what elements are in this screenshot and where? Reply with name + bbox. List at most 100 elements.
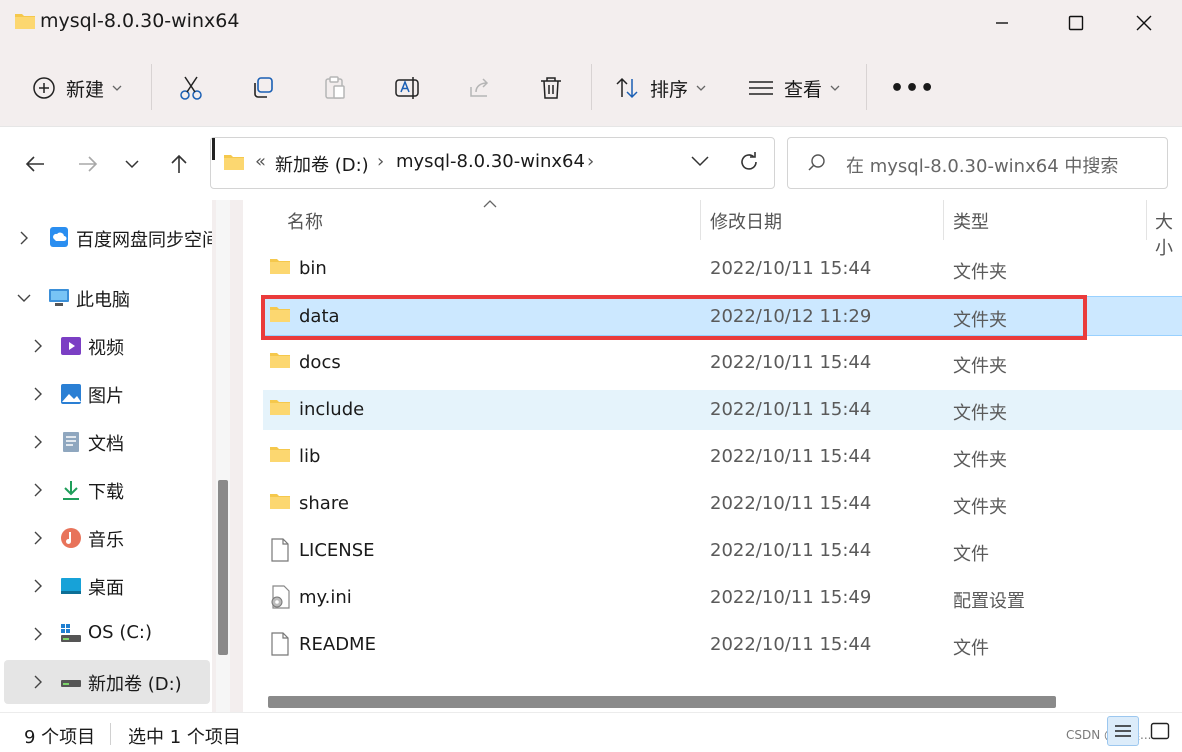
sidebar-item-this-pc[interactable]: 此电脑 (4, 276, 210, 320)
view-button[interactable]: 查看 (748, 66, 840, 110)
chevron-down-icon[interactable] (16, 290, 32, 306)
sidebar-item-label: 桌面 (88, 578, 124, 599)
tiles-view-icon (1150, 722, 1170, 740)
file-icon (271, 538, 289, 562)
file-type: 文件夹 (953, 356, 1007, 377)
folder-icon (269, 351, 291, 369)
folder-icon (269, 257, 291, 275)
settings-file-icon (269, 585, 291, 609)
breadcrumb-separator[interactable]: › (377, 151, 384, 172)
close-button[interactable] (1114, 0, 1174, 46)
sidebar-item-pictures[interactable]: 图片 (4, 372, 210, 416)
file-row-bin[interactable]: bin 2022/10/11 15:44 文件夹 (263, 249, 1182, 289)
breadcrumb-overflow[interactable]: « (255, 151, 266, 172)
chevron-right-icon[interactable] (30, 482, 46, 498)
rename-button[interactable] (394, 66, 420, 110)
file-row-lib[interactable]: lib 2022/10/11 15:44 文件夹 (263, 437, 1182, 477)
breadcrumb-folder[interactable]: mysql-8.0.30-winx64 (396, 151, 585, 172)
window-title: mysql-8.0.30-winx64 (40, 10, 240, 32)
drive-icon (60, 623, 82, 645)
maximize-button[interactable] (1046, 0, 1106, 46)
sort-ascending-icon (483, 200, 497, 208)
up-button[interactable] (162, 147, 196, 181)
sidebar-item-drive-c[interactable]: OS (C:) (4, 612, 210, 656)
sidebar-item-baidu-sync[interactable]: 百度网盘同步空间 (4, 216, 212, 260)
sidebar-item-label: 视频 (88, 338, 124, 359)
sidebar-item-documents[interactable]: 文档 (4, 420, 210, 464)
chevron-right-icon[interactable] (30, 338, 46, 354)
file-modified: 2022/10/11 15:44 (710, 446, 872, 467)
chevron-down-icon (125, 160, 139, 169)
minimize-button[interactable] (972, 0, 1032, 46)
share-button[interactable] (467, 66, 493, 110)
file-row-share[interactable]: share 2022/10/11 15:44 文件夹 (263, 484, 1182, 524)
chevron-down-icon (696, 84, 706, 92)
file-modified: 2022/10/11 15:44 (710, 258, 872, 279)
chevron-right-icon[interactable] (30, 626, 46, 642)
command-bar: 新建 排序 查看 ••• (0, 48, 1182, 126)
address-dropdown-icon[interactable] (691, 155, 709, 167)
download-icon (60, 479, 82, 501)
drive-icon (60, 671, 82, 693)
highlight-annotation (261, 295, 1087, 340)
file-name: share (299, 493, 349, 514)
sidebar-item-downloads[interactable]: 下载 (4, 468, 210, 512)
view-button-label: 查看 (784, 78, 823, 101)
refresh-icon[interactable] (738, 151, 760, 173)
file-type: 文件夹 (953, 403, 1007, 424)
sidebar-item-music[interactable]: 音乐 (4, 516, 210, 560)
scissors-icon (178, 75, 204, 101)
file-row-readme[interactable]: README 2022/10/11 15:44 文件 (263, 625, 1182, 665)
file-row-my-ini[interactable]: my.ini 2022/10/11 15:49 配置设置 (263, 578, 1182, 618)
sidebar-item-drive-d[interactable]: 新加卷 (D:) (4, 660, 210, 704)
breadcrumb-drive[interactable]: 新加卷 (D:) (275, 151, 369, 177)
file-modified: 2022/10/11 15:44 (710, 493, 872, 514)
column-header-type[interactable]: 类型 (953, 208, 989, 234)
forward-button[interactable] (71, 147, 105, 181)
details-view-button[interactable] (1107, 716, 1139, 746)
cloud-sync-icon (48, 226, 70, 248)
file-name: bin (299, 258, 327, 279)
arrow-up-icon (171, 154, 187, 173)
trash-icon (538, 75, 564, 101)
sidebar-item-desktop[interactable]: 桌面 (4, 564, 210, 608)
file-row-license[interactable]: LICENSE 2022/10/11 15:44 文件 (263, 531, 1182, 571)
back-button[interactable] (18, 147, 52, 181)
sidebar-scrollbar-thumb[interactable] (218, 480, 228, 655)
new-button[interactable]: 新建 (32, 66, 122, 110)
chevron-right-icon[interactable] (30, 674, 46, 690)
file-name: LICENSE (299, 540, 375, 561)
large-icons-view-button[interactable] (1144, 716, 1176, 746)
sort-button[interactable]: 排序 (614, 66, 706, 110)
copy-button[interactable] (250, 66, 276, 110)
file-type: 文件 (953, 544, 989, 565)
chevron-right-icon[interactable] (16, 230, 32, 246)
column-header-name[interactable]: 名称 (287, 208, 323, 234)
column-header-modified[interactable]: 修改日期 (710, 208, 782, 234)
file-name: lib (299, 446, 321, 467)
delete-button[interactable] (538, 66, 564, 110)
chevron-right-icon[interactable] (30, 386, 46, 402)
file-row-include[interactable]: include 2022/10/11 15:44 文件夹 (263, 390, 1182, 430)
file-row-docs[interactable]: docs 2022/10/11 15:44 文件夹 (263, 343, 1182, 383)
breadcrumb-separator[interactable]: › (587, 151, 594, 172)
chevron-right-icon[interactable] (30, 578, 46, 594)
horizontal-scrollbar-thumb[interactable] (268, 696, 1056, 708)
more-options-button[interactable]: ••• (890, 66, 935, 110)
file-name: my.ini (299, 587, 352, 608)
view-lines-icon (748, 75, 774, 101)
search-input[interactable]: 在 mysql-8.0.30-winx64 中搜索 (787, 137, 1168, 189)
chevron-right-icon[interactable] (30, 530, 46, 546)
chevron-right-icon[interactable] (30, 434, 46, 450)
sidebar-item-videos[interactable]: 视频 (4, 324, 210, 368)
rename-icon (394, 75, 420, 101)
folder-icon (269, 492, 291, 510)
file-type: 配置设置 (953, 591, 1025, 612)
address-bar[interactable]: « 新加卷 (D:) › mysql-8.0.30-winx64 › (210, 137, 775, 189)
file-name: docs (299, 352, 341, 373)
plus-circle-icon (32, 76, 56, 100)
cut-button[interactable] (178, 66, 204, 110)
recent-locations-button[interactable] (115, 147, 149, 181)
status-bar: 9 个项目 选中 1 个项目 (0, 712, 1182, 752)
paste-button[interactable] (322, 66, 348, 110)
